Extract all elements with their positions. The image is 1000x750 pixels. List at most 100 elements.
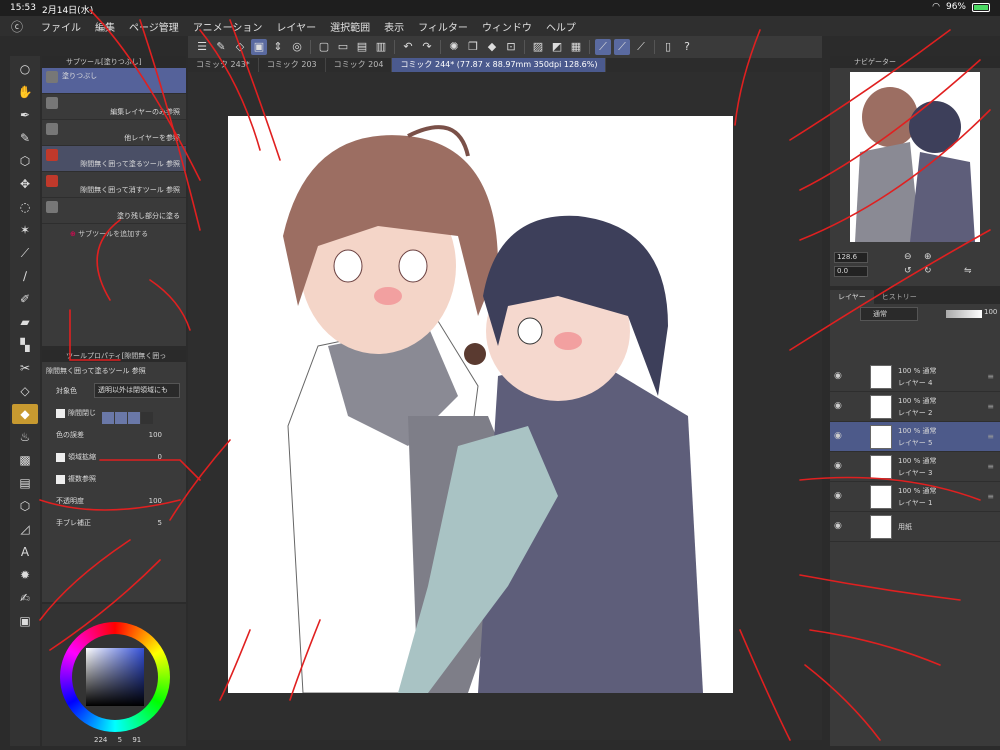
layer-row[interactable]: ◉ 100 % 通常 レイヤー 2 ≡ bbox=[830, 392, 1000, 422]
add-subtool-button[interactable]: ⊕ サブツールを追加する bbox=[42, 224, 186, 244]
canvas-page[interactable] bbox=[228, 116, 733, 694]
brush-icon[interactable]: ⟋ bbox=[614, 39, 630, 55]
menu-edit[interactable]: 編集 bbox=[88, 19, 122, 34]
new-icon[interactable]: ▢ bbox=[316, 39, 332, 55]
area-scaling-checkbox[interactable] bbox=[56, 452, 65, 462]
subtool-item[interactable]: 隙間無く囲って塗るツール 参照 bbox=[42, 146, 186, 172]
lasso-icon[interactable]: ◌ bbox=[12, 197, 38, 217]
gradient-icon[interactable]: ▩ bbox=[12, 450, 38, 470]
color-swatch-icon[interactable]: ▣ bbox=[12, 611, 38, 631]
layer-row[interactable]: ◉ 100 % 通常 レイヤー 5 ≡ bbox=[830, 422, 1000, 452]
visibility-icon[interactable]: ◉ bbox=[834, 491, 842, 501]
decoration-icon[interactable]: ▚ bbox=[12, 335, 38, 355]
rotate-right-icon[interactable]: ↻ bbox=[924, 266, 932, 276]
select-layer-icon[interactable]: ▣ bbox=[251, 39, 267, 55]
select-icon[interactable]: ▦ bbox=[568, 39, 584, 55]
visibility-icon[interactable]: ◉ bbox=[834, 401, 842, 411]
menu-file[interactable]: ファイル bbox=[34, 19, 88, 34]
menu-view[interactable]: 表示 bbox=[377, 19, 411, 34]
device-icon[interactable]: ▯ bbox=[660, 39, 676, 55]
drag-handle-icon[interactable]: ≡ bbox=[987, 432, 994, 441]
navigator-rotate-value[interactable]: 0.0 bbox=[834, 266, 868, 277]
menu-help[interactable]: ヘルプ bbox=[539, 19, 583, 34]
fill-tool-icon[interactable]: ◆ bbox=[12, 404, 38, 424]
menu-page[interactable]: ページ管理 bbox=[122, 19, 186, 34]
menu-icon[interactable]: ☰ bbox=[194, 39, 210, 55]
print-icon[interactable]: ▥ bbox=[373, 39, 389, 55]
color-margin-value[interactable]: 100 bbox=[149, 424, 162, 446]
menu-selection[interactable]: 選択範囲 bbox=[323, 19, 377, 34]
fill-icon[interactable]: ◆ bbox=[484, 39, 500, 55]
menu-filter[interactable]: フィルター bbox=[411, 19, 475, 34]
eyedropper-icon[interactable]: ⟋ bbox=[12, 243, 38, 263]
pen-icon[interactable]: ✎ bbox=[213, 39, 229, 55]
watercolor-icon[interactable]: ♨ bbox=[12, 427, 38, 447]
gap-swatch[interactable] bbox=[141, 412, 153, 424]
menu-layer[interactable]: レイヤー bbox=[269, 19, 323, 34]
subtool-item[interactable]: 隙間無く囲って消すツール 参照 bbox=[42, 172, 186, 198]
navigator-thumbnail[interactable] bbox=[850, 72, 980, 242]
tab-layer[interactable]: レイヤー bbox=[830, 290, 874, 304]
eraser-icon[interactable]: ◇ bbox=[232, 39, 248, 55]
stabilization-value[interactable]: 5 bbox=[158, 512, 162, 534]
help-icon[interactable]: ? bbox=[679, 39, 695, 55]
layer-row[interactable]: ◉ 100 % 通常 レイヤー 3 ≡ bbox=[830, 452, 1000, 482]
subtool-item[interactable]: 塗り残し部分に塗る bbox=[42, 198, 186, 224]
opacity-value[interactable]: 100 bbox=[149, 490, 162, 512]
undo-icon[interactable]: ↶ bbox=[400, 39, 416, 55]
area-scaling-value[interactable]: 0 bbox=[158, 446, 162, 468]
visibility-icon[interactable]: ◉ bbox=[834, 431, 842, 441]
saturation-value-square[interactable] bbox=[86, 648, 144, 706]
menu-window[interactable]: ウィンドウ bbox=[475, 19, 539, 34]
invert-icon[interactable]: ◩ bbox=[549, 39, 565, 55]
menu-animation[interactable]: アニメーション bbox=[186, 19, 270, 34]
eraser-tool-icon[interactable]: ◇ bbox=[12, 381, 38, 401]
app-logo-icon[interactable]: ⓒ bbox=[0, 18, 34, 35]
hand-icon[interactable]: ✋ bbox=[12, 82, 38, 102]
gap-swatch[interactable] bbox=[102, 412, 114, 424]
visibility-icon[interactable]: ◉ bbox=[834, 521, 842, 531]
zoom-in-icon[interactable]: ⊕ bbox=[924, 252, 932, 262]
flip-horizontal-icon[interactable]: ⇋ bbox=[964, 266, 972, 276]
subtool-item[interactable]: 他レイヤーを参照 bbox=[42, 120, 186, 146]
frame-icon[interactable]: ▤ bbox=[12, 473, 38, 493]
layer-row[interactable]: ◉ 100 % 通常 レイヤー 1 ≡ bbox=[830, 482, 1000, 512]
navigator-zoom-value[interactable]: 128.6 bbox=[834, 252, 868, 263]
tab-comic-244[interactable]: コミック 244* (77.87 x 88.97mm 350dpi 128.6%… bbox=[392, 58, 607, 72]
redo-icon[interactable]: ↷ bbox=[419, 39, 435, 55]
multi-ref-checkbox[interactable] bbox=[56, 474, 65, 484]
tab-history[interactable]: ヒストリー bbox=[874, 290, 925, 304]
copy-icon[interactable]: ❐ bbox=[465, 39, 481, 55]
brush-tool-icon[interactable]: ✐ bbox=[12, 289, 38, 309]
ruler-snap-icon[interactable]: ⟋ bbox=[633, 39, 649, 55]
deselect-icon[interactable]: ▨ bbox=[530, 39, 546, 55]
subtool-item[interactable]: 編集レイヤーのみ参照 bbox=[42, 94, 186, 120]
reference-icon[interactable]: ◎ bbox=[289, 39, 305, 55]
visibility-icon[interactable]: ◉ bbox=[834, 461, 842, 471]
figure-icon[interactable]: ⬡ bbox=[12, 496, 38, 516]
drag-handle-icon[interactable]: ≡ bbox=[987, 372, 994, 381]
ruler-icon[interactable]: ⟋ bbox=[595, 39, 611, 55]
layer-opacity-value[interactable]: 100 bbox=[984, 308, 997, 316]
drag-handle-icon[interactable]: ≡ bbox=[987, 462, 994, 471]
text-icon[interactable]: A bbox=[12, 542, 38, 562]
airbrush-icon[interactable]: ▰ bbox=[12, 312, 38, 332]
pencil-tool-icon[interactable]: ✎ bbox=[12, 128, 38, 148]
correction-icon[interactable]: ✍ bbox=[12, 588, 38, 608]
layer-opacity-slider[interactable] bbox=[946, 310, 982, 318]
ruler-tool-icon[interactable]: ◿ bbox=[12, 519, 38, 539]
open-icon[interactable]: ▭ bbox=[335, 39, 351, 55]
save-icon[interactable]: ▤ bbox=[354, 39, 370, 55]
drag-handle-icon[interactable]: ≡ bbox=[987, 402, 994, 411]
canvas-area[interactable] bbox=[188, 72, 822, 740]
tab-comic-203[interactable]: コミック 203 bbox=[259, 58, 326, 72]
pen-tool-icon[interactable]: ✒ bbox=[12, 105, 38, 125]
rotate-left-icon[interactable]: ↺ bbox=[904, 266, 912, 276]
blend-mode-select[interactable]: 通常 bbox=[860, 307, 918, 321]
drag-handle-icon[interactable]: ≡ bbox=[987, 492, 994, 501]
object-icon[interactable]: ⬡ bbox=[12, 151, 38, 171]
toggle-icon[interactable]: ⇕ bbox=[270, 39, 286, 55]
blend-icon[interactable]: ✂ bbox=[12, 358, 38, 378]
gap-swatch[interactable] bbox=[115, 412, 127, 424]
gap-swatch[interactable] bbox=[128, 412, 140, 424]
